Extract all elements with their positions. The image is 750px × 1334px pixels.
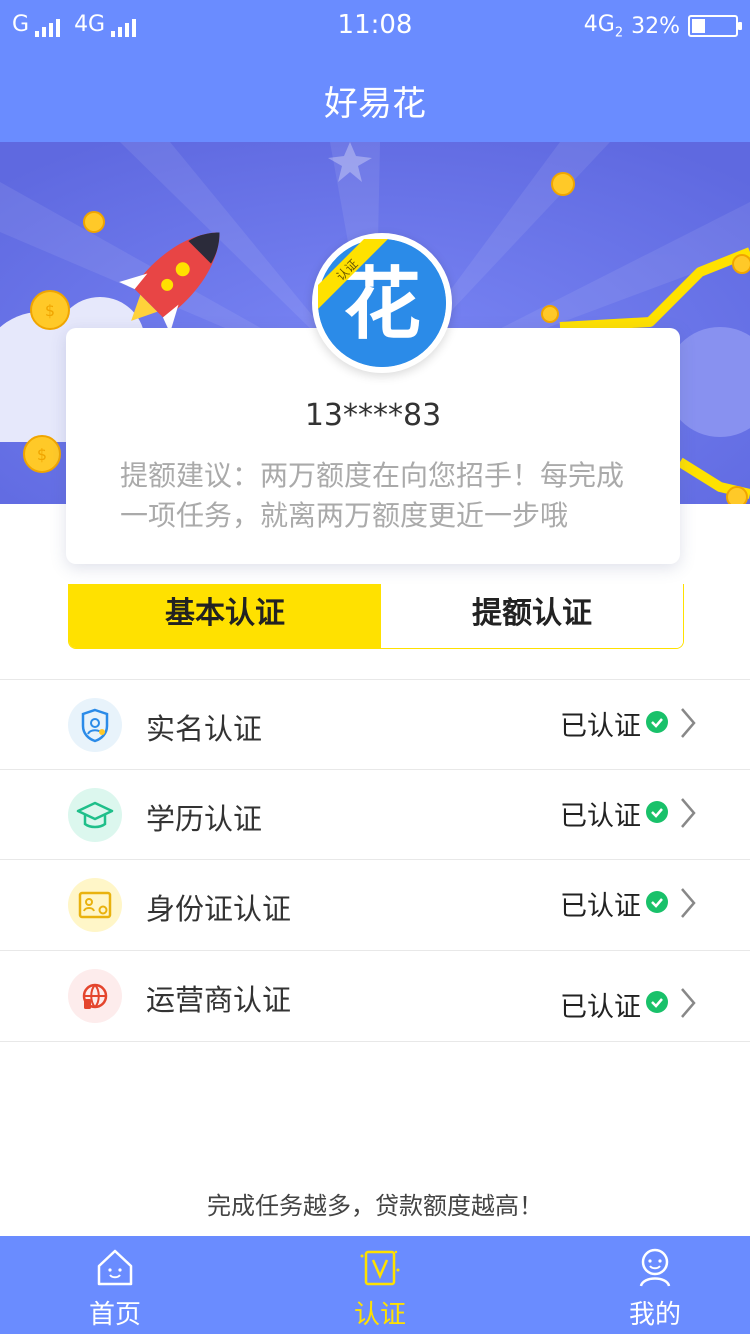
verify-v-icon [360, 1250, 400, 1286]
item-label: 运营商认证 [146, 983, 292, 1017]
tab-limit-increase[interactable]: 提额认证 [381, 584, 683, 648]
globe-phone-icon [68, 969, 122, 1023]
credit-tip: 提额建议：两万额度在向您招手！每完成一项任务，就离两万额度更近一步哦 [120, 459, 625, 532]
check-icon [646, 801, 668, 823]
shield-user-icon [68, 698, 122, 752]
chevron-right-icon [681, 888, 696, 918]
nav-label: 首页 [88, 1300, 141, 1330]
check-icon [646, 891, 668, 913]
verified-ribbon-icon: 认证 [318, 239, 388, 309]
footer-hint: 完成任务越多，贷款额度越高！ [207, 1192, 543, 1220]
nav-label: 我的 [628, 1300, 681, 1330]
user-icon [639, 1248, 671, 1287]
bottom-nav: 首页 认证 我的 [0, 1236, 750, 1334]
battery-percent: 32% [631, 13, 680, 39]
network-type: 4G2 [583, 12, 624, 41]
graduation-cap-icon [68, 788, 122, 842]
list-item-education[interactable]: 学历认证 已认证 [0, 769, 750, 860]
tab-basic[interactable]: 基本认证 [69, 584, 381, 648]
svg-text:$: $ [37, 445, 47, 464]
list-item-id-card[interactable]: 身份证认证 已认证 [0, 859, 750, 950]
status-text: 已认证 [560, 891, 641, 922]
status-right: 4G2 32% [583, 12, 742, 41]
chevron-right-icon [681, 988, 696, 1018]
status-text: 已认证 [560, 711, 641, 742]
chevron-right-icon [681, 798, 696, 828]
nav-label: 认证 [353, 1300, 406, 1330]
status-bar: G 4G 11:08 4G2 32% [0, 0, 750, 52]
home-icon [97, 1249, 133, 1286]
item-label: 身份证认证 [146, 892, 292, 926]
page-title: 好易花 [324, 84, 426, 124]
check-icon [646, 991, 668, 1013]
nav-verify[interactable]: 认证 [305, 1236, 455, 1334]
battery-icon [688, 15, 742, 38]
id-card-icon [68, 878, 122, 932]
check-icon [646, 711, 668, 733]
list-item-carrier[interactable]: 运营商认证 已认证 [0, 950, 750, 1042]
item-label: 学历认证 [146, 802, 263, 836]
verify-tabs: 基本认证 提额认证 [68, 584, 684, 649]
list-item-realname[interactable]: 实名认证 已认证 [0, 679, 750, 770]
status-text: 已认证 [560, 801, 641, 832]
item-label: 实名认证 [146, 712, 263, 746]
nav-home[interactable]: 首页 [40, 1236, 190, 1334]
chevron-right-icon [681, 708, 696, 738]
status-text: 已认证 [560, 992, 641, 1023]
svg-text:$: $ [45, 301, 55, 320]
masked-phone: 13****83 [304, 398, 442, 433]
nav-mine[interactable]: 我的 [580, 1236, 730, 1334]
